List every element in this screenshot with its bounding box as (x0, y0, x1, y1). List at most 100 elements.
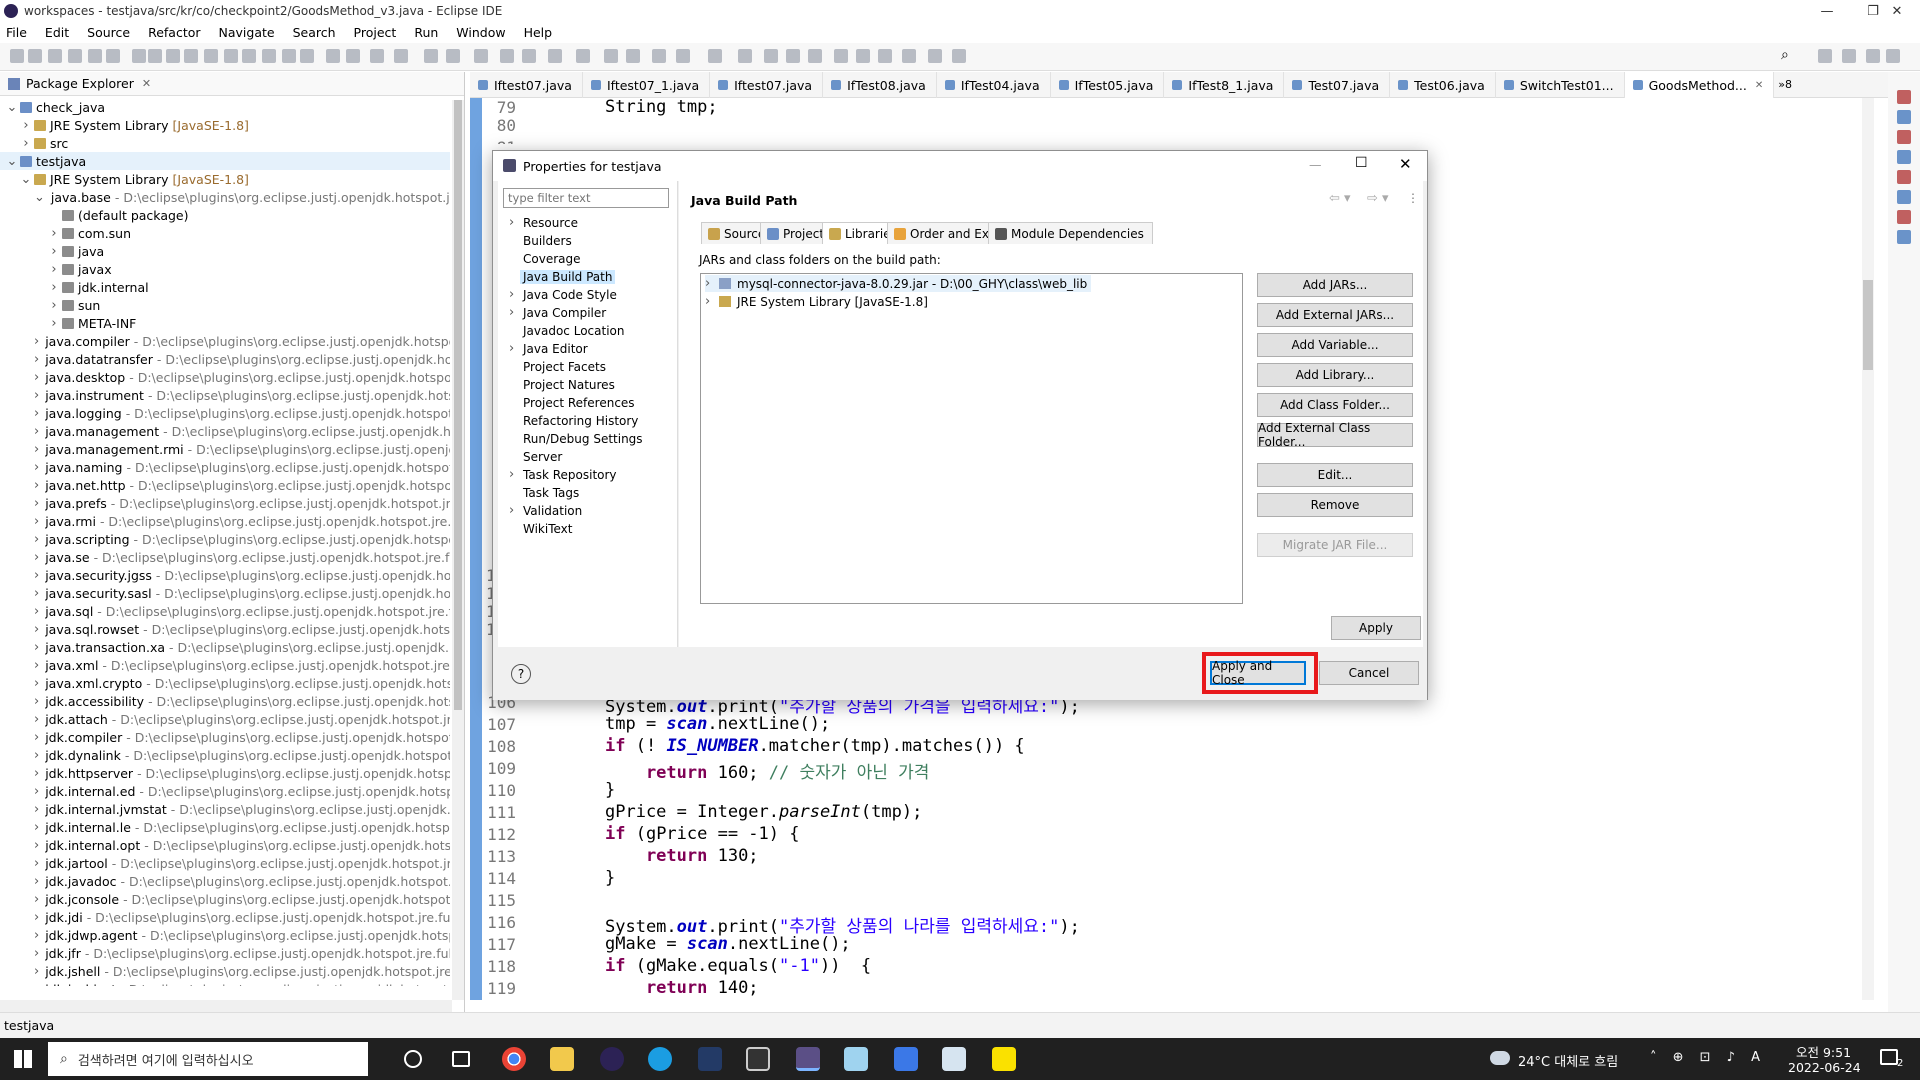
toolbar-icon[interactable] (10, 49, 24, 63)
menu-item[interactable]: Window (456, 25, 505, 40)
nav-item[interactable]: Project Natures (523, 378, 615, 392)
tree-item[interactable]: › jdk.jdwp.agent - D:\eclipse\plugins\org.… (0, 926, 450, 944)
expand-right-icon[interactable]: › (34, 676, 39, 691)
tree-item[interactable]: › java.xml - D:\eclipse\plugins\org.eclips… (0, 656, 450, 674)
tree-item[interactable]: › java.transaction.xa - D:\eclipse\plugins… (0, 638, 450, 656)
expand-right-icon[interactable]: › (34, 406, 39, 421)
nav-item[interactable]: WikiText (523, 522, 573, 536)
tree-item[interactable]: › jdk.jfr - D:\eclipse\plugins\org.eclipse… (0, 944, 450, 962)
expand-right-icon[interactable]: › (509, 305, 514, 320)
editor-tab[interactable]: IfTest05.java (1051, 72, 1165, 98)
expand-down-icon[interactable]: ⌄ (6, 100, 18, 115)
tree-item[interactable]: › jdk.internal.le - D:\eclipse\plugins\org… (0, 818, 450, 836)
toolbar-icon[interactable] (548, 49, 562, 63)
file-explorer-icon[interactable] (550, 1047, 574, 1071)
notepad-icon[interactable] (844, 1047, 868, 1071)
tree-item[interactable]: › java (0, 242, 450, 260)
expand-right-icon[interactable]: › (34, 352, 39, 367)
tree-item[interactable]: › jdk.attach - D:\eclipse\plugins\org.ecli… (0, 710, 450, 728)
btn-add-class-folder[interactable]: Add Class Folder... (1257, 393, 1413, 417)
editor-scrollbar[interactable] (1862, 98, 1874, 1000)
toolbar-icon[interactable] (48, 49, 62, 63)
editor-tab[interactable]: IfTest08.java (823, 72, 937, 98)
nav-item[interactable]: Task Repository (523, 468, 617, 482)
apply-button[interactable]: Apply (1331, 616, 1421, 640)
expand-right-icon[interactable]: › (34, 622, 39, 637)
tray-icons[interactable]: ˄ ⊕ ⊡ ♪ A (1650, 1050, 1766, 1065)
expand-right-icon[interactable]: › (34, 802, 39, 817)
toolbar-icon[interactable] (764, 49, 778, 63)
btn-migrate-jar-file[interactable]: Migrate JAR File... (1257, 533, 1413, 557)
tab-module-dependencies[interactable]: Module Dependencies (988, 222, 1153, 244)
nav-item[interactable]: Run/Debug Settings (523, 432, 643, 446)
nav-item[interactable]: Builders (523, 234, 572, 248)
toolbar-icon[interactable] (522, 49, 536, 63)
toolbar-icon[interactable] (708, 49, 722, 63)
toolbar-icon[interactable] (676, 49, 690, 63)
menu-item[interactable]: Source (87, 25, 130, 40)
tree-item[interactable]: › jdk.httpserver - D:\eclipse\plugins\org.… (0, 764, 450, 782)
task-view-icon[interactable] (452, 1051, 470, 1067)
trim-icon[interactable] (1897, 170, 1911, 184)
menu-item[interactable]: Search (293, 25, 336, 40)
nav-item[interactable]: Validation (523, 504, 582, 518)
package-explorer-scroll-thumb[interactable] (454, 100, 462, 710)
taskbar-search-box[interactable]: ⌕ 검색하려면 여기에 입력하십시오 (48, 1042, 368, 1076)
expand-right-icon[interactable]: › (34, 856, 39, 871)
tree-item[interactable]: › jdk.compiler - D:\eclipse\plugins\org.ec… (0, 728, 450, 746)
expand-right-icon[interactable]: › (34, 892, 39, 907)
perspective-icon[interactable] (1866, 49, 1880, 63)
app-icon[interactable] (894, 1047, 918, 1071)
tree-item[interactable]: › java.net.http - D:\eclipse\plugins\org.e… (0, 476, 450, 494)
toolbar-icon[interactable] (370, 49, 384, 63)
nav-item[interactable]: Server (523, 450, 562, 464)
expand-right-icon[interactable]: › (705, 276, 717, 291)
toolbar-icon[interactable] (856, 49, 870, 63)
editor-tab[interactable]: IfTest8_1.java (1164, 72, 1285, 98)
btn-add-external-jars[interactable]: Add External JARs... (1257, 303, 1413, 327)
editor-tab[interactable]: Iftest07.java (710, 72, 824, 98)
tree-item[interactable]: › jdk.jdi - D:\eclipse\plugins\org.eclipse… (0, 908, 450, 926)
trim-icon[interactable] (1897, 150, 1911, 164)
toolbar-icon[interactable] (106, 49, 120, 63)
expand-right-icon[interactable]: › (34, 532, 39, 547)
tree-item[interactable]: › java.datatransfer - D:\eclipse\plugins\o… (0, 350, 450, 368)
expand-right-icon[interactable]: › (48, 244, 60, 259)
expand-right-icon[interactable]: › (34, 460, 39, 475)
tree-item[interactable]: › jdk.accessibility - D:\eclipse\plugins\o… (0, 692, 450, 710)
tree-item[interactable]: › jdk.jsobject - D:\eclipse\plugins\org.ec… (0, 980, 450, 987)
toolbar-icon[interactable] (834, 49, 848, 63)
tree-item[interactable]: › jdk.jconsole - D:\eclipse\plugins\org.ec… (0, 890, 450, 908)
expand-right-icon[interactable]: › (34, 982, 39, 987)
build-path-entry[interactable]: › JRE System Library [JavaSE-1.8] (705, 293, 928, 310)
expand-right-icon[interactable]: › (48, 298, 60, 313)
expand-down-icon[interactable]: ⌄ (6, 154, 18, 169)
back-nav-icon[interactable]: ⇦ ▾ (1329, 191, 1351, 206)
tree-item[interactable]: › META-INF (0, 314, 450, 332)
view-menu-icon[interactable]: ⋮ (1407, 191, 1419, 205)
tree-item[interactable]: › java.desktop - D:\eclipse\plugins\org.ec… (0, 368, 450, 386)
close-button[interactable]: ✕ (1874, 0, 1920, 22)
paint-icon[interactable] (942, 1047, 966, 1071)
tree-item[interactable]: ⌄ testjava (0, 152, 450, 170)
trim-icon[interactable] (1897, 90, 1911, 104)
toolbar-icon[interactable] (88, 49, 102, 63)
expand-right-icon[interactable]: › (34, 910, 39, 925)
dialog-minimize-button[interactable]: — (1309, 157, 1322, 172)
expand-right-icon[interactable]: › (34, 784, 39, 799)
toolbar-icon[interactable] (928, 49, 942, 63)
toolbar-icon[interactable] (474, 49, 488, 63)
chrome-icon[interactable] (502, 1047, 526, 1071)
toolbar-icon[interactable] (952, 49, 966, 63)
tree-item[interactable]: › javax (0, 260, 450, 278)
toolbar-icon[interactable] (166, 49, 180, 63)
menu-item[interactable]: Help (524, 25, 553, 40)
toolbar-icon[interactable] (652, 49, 666, 63)
tree-item[interactable]: › java.se - D:\eclipse\plugins\org.eclipse… (0, 548, 450, 566)
menu-item[interactable]: Project (354, 25, 397, 40)
menu-item[interactable]: Navigate (219, 25, 275, 40)
nav-item[interactable]: Resource (523, 216, 578, 230)
tree-item[interactable]: › jdk.javadoc - D:\eclipse\plugins\org.ecl… (0, 872, 450, 890)
expand-down-icon[interactable]: ⌄ (34, 190, 45, 205)
search-icon[interactable]: ⌕ (1781, 47, 1795, 63)
